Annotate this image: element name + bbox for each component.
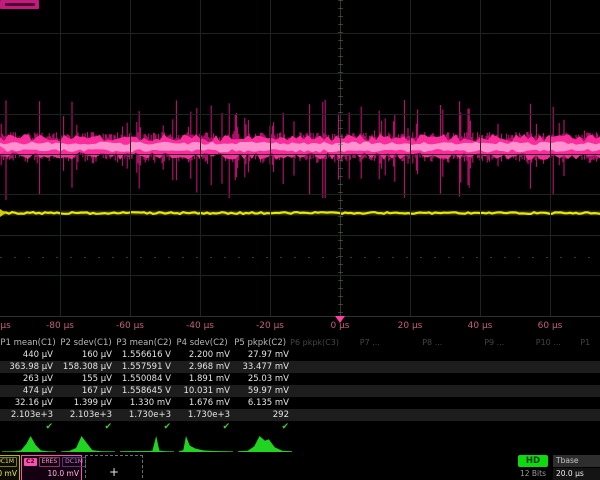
waveform-traces (0, 0, 600, 318)
param-header[interactable]: P3 mean(C2) (116, 337, 174, 349)
status-check-icon: ✔ (236, 421, 295, 433)
table-row: 263 µV155 µV1.550084 V1.891 mV25.03 mV (0, 373, 600, 385)
status-check-icon: ✔ (177, 421, 236, 433)
bottom-bar: DC1M 0 mV C2 ERES DC1M 10.0 mV + HD 12 B… (0, 455, 600, 480)
param-value: 1.891 mV (177, 373, 236, 385)
add-trace-button[interactable]: + (85, 455, 143, 480)
param-header[interactable]: P1 mean(C1) (0, 337, 58, 349)
param-value: 1.330 mV (118, 397, 177, 409)
param-value: 263 µV (0, 373, 59, 385)
param-header-unused[interactable]: P7 ... (339, 337, 402, 349)
param-header-unused[interactable]: P1 (572, 337, 600, 349)
table-header-row: P1 mean(C1)P2 sdev(C1)P3 mean(C2)P4 sdev… (0, 337, 600, 349)
x-tick-label: -20 µs (256, 321, 284, 331)
param-value: 167 µV (59, 385, 118, 397)
param-value: 33.477 mV (236, 361, 295, 373)
oscilloscope-screen: -100 µs-80 µs-60 µs-40 µs-20 µs0 µs20 µs… (0, 0, 600, 480)
param-header[interactable]: P2 sdev(C1) (58, 337, 116, 349)
param-value: 1.558645 V (118, 385, 177, 397)
param-value: 155 µV (59, 373, 118, 385)
c2-scale: 10.0 mV (24, 469, 79, 478)
P1-histogram[interactable] (1, 434, 57, 454)
param-value: 32.16 µV (0, 397, 59, 409)
param-value: 1.557591 V (118, 361, 177, 373)
timebase-descriptor[interactable]: Tbase 20.0 µs (553, 455, 600, 480)
channel-c2-descriptor[interactable]: C2 ERES DC1M 10.0 mV (21, 455, 82, 480)
c2-level-marker[interactable] (0, 146, 6, 154)
param-header[interactable]: P4 sdev(C2) (174, 337, 232, 349)
timebase-label: Tbase (553, 455, 600, 467)
param-value: 2.968 mV (177, 361, 236, 373)
param-value: 25.03 mV (236, 373, 295, 385)
param-value: 440 µV (0, 349, 59, 361)
c2-coupling-badge: DC1M (62, 457, 86, 467)
param-value: 6.135 mV (236, 397, 295, 409)
trigger-position-marker[interactable] (335, 316, 345, 323)
x-tick-label: 60 µs (538, 321, 563, 331)
c2-label-badge: C2 (24, 458, 37, 466)
param-value: 2.103e+3 (0, 409, 59, 421)
channel-c1-descriptor[interactable]: DC1M 0 mV (0, 455, 20, 480)
table-row: 440 µV160 µV1.556616 V2.200 mV27.97 mV (0, 349, 600, 361)
x-tick-label: 20 µs (398, 321, 423, 331)
param-value: 474 µV (0, 385, 59, 397)
c1-scale: 0 mV (0, 469, 17, 478)
hd-bits-label: 12 Bits (514, 469, 552, 478)
P3-histogram[interactable] (119, 434, 175, 454)
param-value: 1.556616 V (118, 349, 177, 361)
param-value: 1.730e+3 (118, 409, 177, 421)
table-row: 32.16 µV1.399 µV1.330 mV1.676 mV6.135 mV (0, 397, 600, 409)
P4-histogram[interactable] (178, 434, 234, 454)
hd-mode-badge[interactable]: HD (518, 455, 548, 467)
param-value: 1.550084 V (118, 373, 177, 385)
P5-histogram[interactable] (237, 434, 293, 454)
param-header-unused[interactable]: P10 ... (526, 337, 572, 349)
param-value: 59.97 mV (236, 385, 295, 397)
param-value: 2.200 mV (177, 349, 236, 361)
x-tick-label: -40 µs (186, 321, 214, 331)
table-row: 474 µV167 µV1.558645 V10.031 mV59.97 mV (0, 385, 600, 397)
param-value: 27.97 mV (236, 349, 295, 361)
P2-histogram[interactable] (60, 434, 116, 454)
x-tick-label: 40 µs (468, 321, 493, 331)
x-tick-label: -60 µs (116, 321, 144, 331)
x-tick-label: -80 µs (46, 321, 74, 331)
param-value: 363.98 µV (0, 361, 59, 373)
param-header-unused[interactable]: P8 ... (402, 337, 464, 349)
param-value: 160 µV (59, 349, 118, 361)
active-trace-badge[interactable] (0, 0, 39, 9)
param-value: 2.103e+3 (59, 409, 118, 421)
param-header[interactable]: P5 pkpk(C2) (232, 337, 290, 349)
status-check-icon: ✔ (0, 421, 59, 433)
table-row: 363.98 µV158.308 µV1.557591 V2.968 mV33.… (0, 361, 600, 373)
param-header-unused[interactable]: P9 ... (464, 337, 526, 349)
status-check-icon: ✔ (59, 421, 118, 433)
x-tick-label: -100 µs (0, 321, 11, 331)
c1-coupling-badge: DC1M (0, 457, 17, 467)
param-value: 158.308 µV (59, 361, 118, 373)
table-row: 2.103e+32.103e+31.730e+31.730e+3292 (0, 409, 600, 421)
param-value: 292 (236, 409, 295, 421)
status-check-icon: ✔ (118, 421, 177, 433)
timebase-value: 20.0 µs (553, 468, 600, 480)
status-row: ✔✔✔✔✔ (0, 421, 600, 433)
param-header-unused[interactable]: P6 pkpk(C3) (290, 337, 339, 349)
param-value: 1.676 mV (177, 397, 236, 409)
param-value: 1.399 µV (59, 397, 118, 409)
c1-level-marker[interactable] (0, 209, 6, 217)
param-value: 10.031 mV (177, 385, 236, 397)
plus-icon: + (109, 465, 119, 479)
waveform-grid[interactable] (0, 0, 600, 318)
c2-eres-badge: ERES (39, 457, 61, 467)
param-value: 1.730e+3 (177, 409, 236, 421)
